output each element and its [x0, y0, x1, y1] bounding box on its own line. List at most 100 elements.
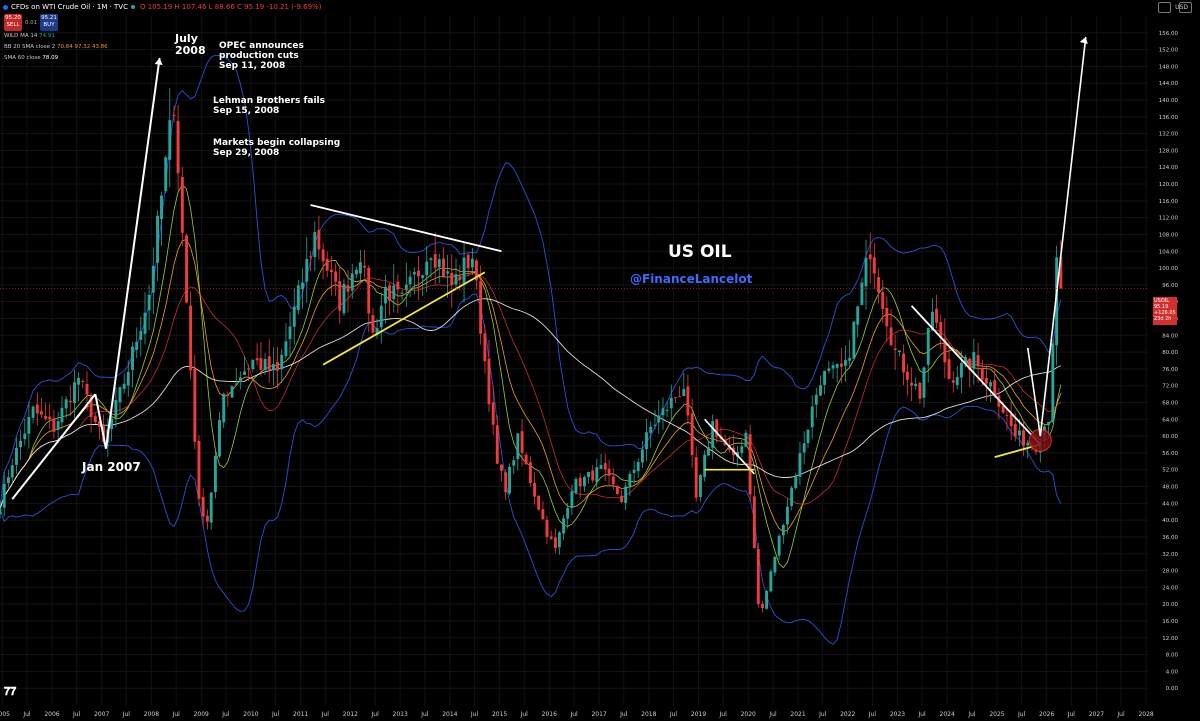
- candle-body: [39, 411, 43, 415]
- candle-body: [309, 256, 313, 258]
- candle-body: [371, 315, 375, 333]
- candle-body: [143, 312, 147, 334]
- candle-body: [317, 229, 321, 250]
- candle-body: [868, 254, 872, 260]
- candle-body: [118, 387, 122, 403]
- candle-body: [77, 377, 81, 385]
- candle-body: [296, 285, 300, 311]
- time-tick-label: Jul: [520, 711, 529, 718]
- candle-body: [980, 368, 984, 380]
- time-tick-label: 2013: [393, 711, 408, 718]
- candle-body: [885, 307, 889, 327]
- candle-body: [1005, 414, 1009, 416]
- indicator-value: 74.91: [39, 33, 55, 39]
- candle-body: [442, 258, 445, 277]
- symbol-title[interactable]: CFDs on WTI Crude Oil · 1M · TVC: [11, 3, 128, 11]
- screenshot-icon[interactable]: [1158, 2, 1171, 13]
- candle-body: [479, 281, 483, 334]
- candle-body: [305, 259, 309, 282]
- candle-body: [193, 368, 197, 442]
- candle-body: [458, 276, 462, 280]
- candle-body: [156, 215, 159, 263]
- candle-body: [926, 328, 930, 365]
- candle-body: [222, 393, 226, 423]
- indicator-row-bb[interactable]: BB 20 SMA close 2 70.84 97.32 43.86: [4, 44, 108, 50]
- time-tick-label: Jul: [768, 711, 777, 718]
- price-tag-countdown: 23d 2h: [1154, 316, 1172, 322]
- candle-body: [665, 409, 669, 411]
- time-tick-label: Jul: [122, 711, 131, 718]
- candle-body: [860, 282, 864, 306]
- candle-body: [951, 380, 955, 383]
- spread-value: 0.01: [24, 20, 38, 26]
- candle-body: [769, 571, 773, 592]
- lehman-note: Lehman Brothers fails Sep 15, 2008: [213, 96, 325, 116]
- candle-body: [429, 258, 433, 261]
- candle-body: [267, 356, 271, 370]
- price-tick-label: 28.00: [1162, 569, 1178, 575]
- candle-body: [238, 377, 242, 383]
- indicator-row-wma[interactable]: WILD MA 14 74.91: [4, 33, 55, 39]
- label-line: 2008: [175, 44, 206, 57]
- candle-body: [839, 363, 843, 367]
- candle-body: [611, 476, 615, 485]
- time-tick-label: 2019: [691, 711, 706, 718]
- price-tick-label: 156.00: [1159, 31, 1179, 37]
- candle-body: [653, 424, 657, 426]
- candle-body: [421, 275, 425, 278]
- status-dot-icon: [130, 5, 135, 9]
- candle-body: [819, 385, 822, 396]
- time-tick-label: Jul: [1116, 711, 1125, 718]
- candle-body: [794, 476, 798, 488]
- candle-body: [740, 446, 744, 453]
- time-tick-label: Jul: [470, 711, 479, 718]
- sell-button[interactable]: 95.20 SELL: [4, 14, 22, 31]
- price-tick-label: 0.00: [1166, 686, 1179, 692]
- candle-body: [412, 272, 416, 275]
- candle-body: [562, 518, 566, 534]
- candle-body: [329, 269, 333, 273]
- time-tick-label: 2028: [1138, 711, 1153, 718]
- candle-body: [126, 372, 130, 386]
- candle-body: [528, 462, 532, 483]
- candle-body: [6, 477, 10, 484]
- candle-body: [686, 386, 690, 416]
- candle-body: [363, 265, 367, 268]
- candle-body: [645, 432, 648, 450]
- time-tick-label: Jul: [1017, 711, 1026, 718]
- time-tick-label: 2010: [243, 711, 258, 718]
- candle-body: [910, 382, 914, 386]
- candle-body: [292, 306, 296, 327]
- time-tick-label: 2020: [741, 711, 756, 718]
- price-tick-label: 64.00: [1162, 417, 1178, 423]
- price-tick-label: 44.00: [1162, 501, 1178, 507]
- candle-body: [744, 432, 748, 447]
- sell-label: SELL: [6, 22, 20, 28]
- price-tick-label: 144.00: [1159, 81, 1179, 87]
- indicator-label: SMA 60 close: [4, 55, 41, 61]
- candle-body: [400, 292, 404, 294]
- candle-body: [379, 305, 383, 328]
- time-tick-label: 2007: [94, 711, 109, 718]
- candle-body: [313, 232, 317, 258]
- candle-body: [707, 447, 710, 456]
- ohlc-values: O 105.19 H 107.46 L 88.66 C 95.19 -10.21…: [139, 3, 322, 11]
- time-tick-label: Jul: [271, 711, 280, 718]
- price-chart[interactable]: 0.00 4.00 8.00 12.00 16.00 20.00 24.00 28.00 32.…: [0, 0, 1200, 721]
- candle-body: [280, 354, 284, 370]
- time-tick-label: Jul: [569, 711, 578, 718]
- price-tick-label: 116.00: [1159, 199, 1179, 205]
- buy-button[interactable]: 95.21 BUY: [40, 14, 58, 31]
- candle-body: [831, 365, 835, 369]
- indicator-row-sma[interactable]: SMA 60 close 78.09: [4, 55, 58, 61]
- price-tick-label: 20.00: [1162, 602, 1178, 608]
- candle-body: [68, 400, 72, 403]
- candle-body: [73, 382, 76, 404]
- candle-body: [603, 463, 607, 470]
- time-tick-label: 2023: [890, 711, 905, 718]
- candle-body: [139, 331, 143, 340]
- candle-body: [984, 377, 988, 384]
- candle-body: [48, 416, 52, 420]
- candle-body: [81, 380, 85, 382]
- candle-body: [1047, 421, 1051, 425]
